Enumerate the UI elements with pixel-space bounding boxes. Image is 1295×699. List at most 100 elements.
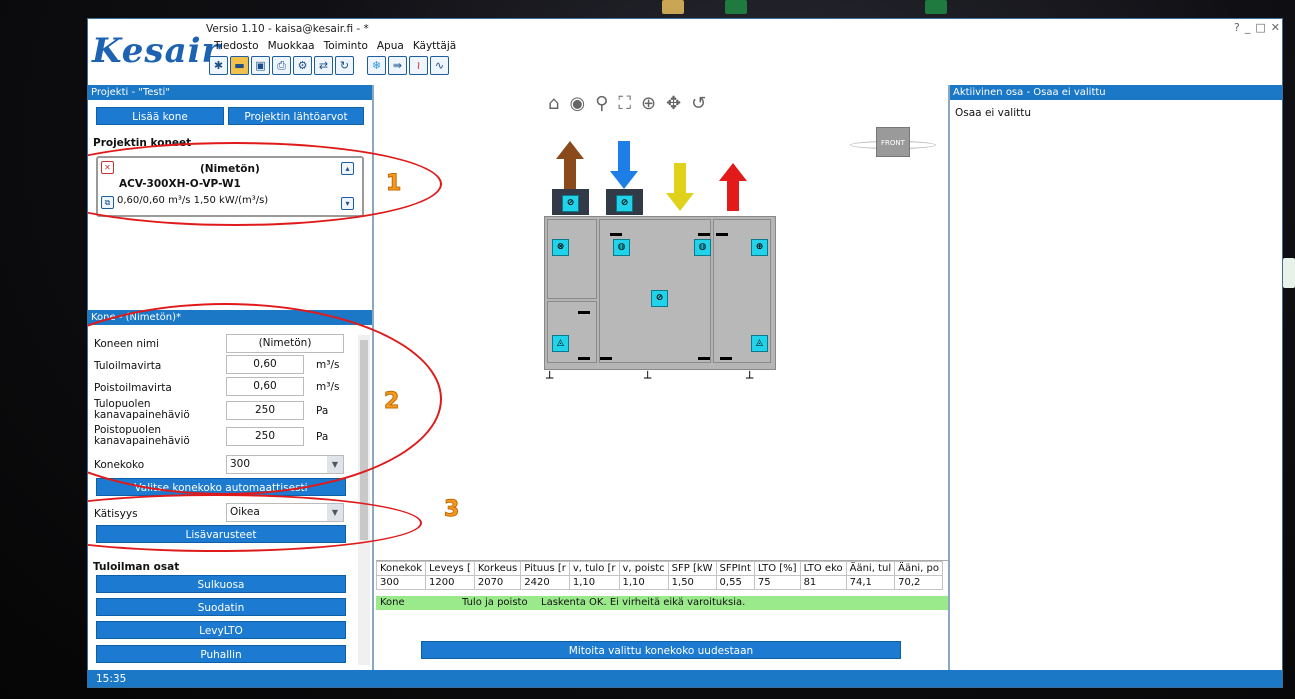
connector-bar [578,311,590,314]
view-controls: ⌂ ◉ ⚲ ⛶ ⊕ ✥ ↺ [548,93,706,114]
help-icon[interactable]: ? [1234,21,1240,34]
resize-machine-button[interactable]: Mitoita valittu konekoko uudestaan [421,641,901,659]
maximize-icon[interactable]: □ [1255,21,1265,34]
column-header[interactable]: v, poistc [618,561,669,576]
settings-gear-icon[interactable]: ⚙ [293,56,312,75]
supply-part-plate-hrx-button[interactable]: LevyLTO [96,621,346,639]
supply-air-arrow-icon [719,163,747,211]
zoom-window-icon[interactable]: ⊕ [641,93,656,114]
menu-bar: Tiedosto Muokkaa Toiminto Apua Käyttäjä [214,40,456,52]
reset-view-icon[interactable]: ↺ [691,93,706,114]
desktop-excel-icon[interactable] [725,0,747,14]
orbit-icon[interactable]: ◉ [569,93,585,114]
heat-recovery-icon[interactable]: ◍ [694,239,711,256]
fan-icon[interactable]: ◍ [613,239,630,256]
damper-exhaust-icon[interactable]: ⊘ [562,195,579,212]
new-file-icon[interactable]: ✱ [209,56,228,75]
zoom-icon[interactable]: ⚲ [595,93,608,114]
view-cube-front[interactable]: FRONT [876,127,910,157]
status-scope: Tulo ja poisto [462,597,528,608]
swap-icon[interactable]: ⇄ [314,56,333,75]
window-title: Versio 1.10 - kaisa@kesair.fi - * [206,23,369,35]
menu-action[interactable]: Toiminto [324,40,368,52]
project-defaults-button[interactable]: Projektin lähtöarvot [228,107,364,125]
status-time: 15:35 [96,673,127,685]
results-grid: Konekok Leveys [ Korkeus Pituus [r v, tu… [375,560,948,612]
table-cell: 1,50 [667,575,717,590]
unit-section-left-top[interactable] [547,219,597,299]
column-header[interactable]: SFPInt [715,561,755,576]
kesair-logo: Kesair [92,31,221,71]
print-icon[interactable]: ⎙ [272,56,291,75]
table-row[interactable]: 300 1200 2070 2420 1,10 1,10 1,50 0,55 7… [375,575,944,590]
exhaust-air-arrow-icon [556,141,584,189]
close-icon[interactable]: ✕ [1271,21,1280,34]
damper-outdoor-icon[interactable]: ⊘ [616,195,633,212]
connector-bar [716,233,728,236]
connector-bar [698,233,710,236]
menu-edit[interactable]: Muokkaa [268,40,315,52]
supply-parts-label: Tuloilman osat [93,561,180,573]
connector-bar [600,357,612,360]
unit-config-icon[interactable]: ⇛ [388,56,407,75]
table-cell: 74,1 [845,575,896,590]
table-cell: 1200 [425,575,475,590]
results-table: Konekok Leveys [ Korkeus Pituus [r v, tu… [375,561,944,590]
supply-part-damper-button[interactable]: Sulkuosa [96,575,346,593]
status-bar: 15:35 [88,670,1282,687]
column-header[interactable]: Pituus [r [520,561,570,576]
annotation-number-2: 2 [383,389,400,415]
right-panel: Aktiivinen osa - Osaa ei valittu Osaa ei… [948,85,1282,670]
active-part-header: Aktiivinen osa - Osaa ei valittu [950,85,1282,100]
app-window: Kesair Versio 1.10 - kaisa@kesair.fi - *… [87,18,1283,688]
desktop-file-icon[interactable] [662,0,684,14]
table-cell: 300 [375,575,427,590]
column-header[interactable]: v, tulo [r [568,561,620,576]
outdoor-air-arrow-icon [610,141,638,189]
column-header[interactable]: Korkeus [473,561,522,576]
cooling-snowflake-icon[interactable]: ❄ [367,56,386,75]
open-folder-icon[interactable]: ▬ [230,56,249,75]
unit-leg: ┴ [546,371,554,385]
heating-icon[interactable]: ≀ [409,56,428,75]
table-cell: 1,10 [618,575,669,590]
plate-exchanger-icon[interactable]: ⊘ [651,290,668,307]
supply-part-filter-button[interactable]: Suodatin [96,598,346,616]
column-header[interactable]: Ääni, tul [845,561,896,576]
fit-to-view-icon[interactable]: ⛶ [618,93,631,114]
desktop-sheet-icon[interactable] [1283,258,1295,288]
menu-user[interactable]: Käyttäjä [413,40,456,52]
refresh-icon[interactable]: ↻ [335,56,354,75]
heater-icon[interactable]: ⊕ [751,239,768,256]
window-controls: ? _ □ ✕ [1234,21,1280,34]
save-icon[interactable]: ▣ [251,56,270,75]
add-machine-button[interactable]: Lisää kone [96,107,224,125]
active-part-text: Osaa ei valittu [955,107,1032,119]
table-cell: 0,55 [715,575,755,590]
menu-help[interactable]: Apua [377,40,404,52]
exhaust-fan-icon[interactable]: ◬ [552,335,569,352]
supply-fan-icon[interactable]: ◬ [751,335,768,352]
results-header-row: Konekok Leveys [ Korkeus Pituus [r v, tu… [375,561,944,576]
desktop-excel-icon[interactable] [925,0,947,14]
filter-icon[interactable]: ⊗ [552,239,569,256]
toolbar: ✱ ▬ ▣ ⎙ ⚙ ⇄ ↻ ❄ ⇛ ≀ ∿ [209,56,449,75]
column-header[interactable]: SFP [kW [667,561,717,576]
connector-bar [720,357,732,360]
table-cell: 1,10 [568,575,620,590]
supply-part-fan-button[interactable]: Puhallin [96,645,346,663]
annotation-number-3: 3 [443,497,460,523]
home-icon[interactable]: ⌂ [548,93,559,114]
column-header[interactable]: Leveys [ [425,561,475,576]
table-cell: 81 [799,575,847,590]
column-header[interactable]: LTO [%] [753,561,801,576]
sound-icon[interactable]: ∿ [430,56,449,75]
minimize-icon[interactable]: _ [1245,21,1251,34]
connector-bar [698,357,710,360]
column-header[interactable]: Konekok [375,561,427,576]
column-header[interactable]: LTO eko [799,561,847,576]
menu-file[interactable]: Tiedosto [214,40,259,52]
column-header[interactable]: Ääni, po [894,561,944,576]
annotation-number-1: 1 [385,171,402,197]
pan-icon[interactable]: ✥ [666,93,681,114]
